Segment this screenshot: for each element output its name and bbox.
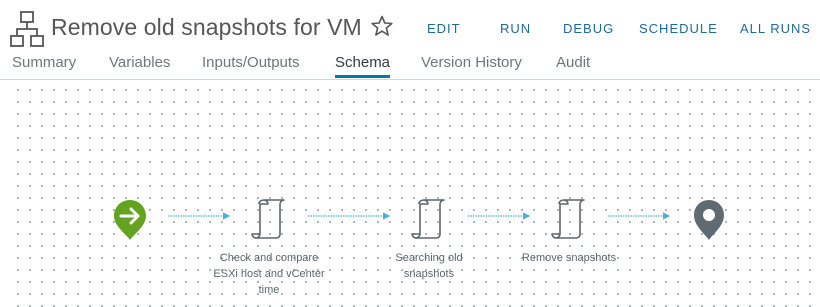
script-scroll-icon[interactable] [251,198,287,240]
task-label: Remove snapshots [521,252,617,264]
end-pin-icon[interactable] [692,198,726,242]
schedule-button[interactable]: SCHEDULE [639,20,718,38]
schema-canvas[interactable]: Check and compare ESXi host and vCenter … [10,80,820,307]
task-label: Searching old snapshots [395,252,463,280]
star-icon[interactable] [370,14,394,38]
edit-button[interactable]: EDIT [427,20,461,38]
tab-audit[interactable]: Audit [556,52,590,78]
task-label: Check and compare ESXi host and vCenter … [213,252,325,296]
tab-schema[interactable]: Schema [335,52,391,78]
script-scroll-icon[interactable] [411,198,447,240]
tab-variables[interactable]: Variables [109,52,170,78]
tab-version-history[interactable]: Version History [421,52,522,78]
workflow-header: Remove old snapshots for VM EDIT RUN DEB… [0,0,820,52]
all-runs-button[interactable]: ALL RUNS [740,20,811,38]
debug-button[interactable]: DEBUG [563,20,614,38]
workflow-icon [10,11,44,47]
page-title: Remove old snapshots for VM [51,14,362,40]
start-arrow-icon[interactable] [112,198,148,242]
tab-summary[interactable]: Summary [12,52,76,78]
tab-bar: Summary Variables Inputs/Outputs Schema … [0,52,820,80]
script-scroll-icon[interactable] [551,198,587,240]
run-button[interactable]: RUN [500,20,531,38]
tab-inputs-outputs[interactable]: Inputs/Outputs [202,52,300,78]
